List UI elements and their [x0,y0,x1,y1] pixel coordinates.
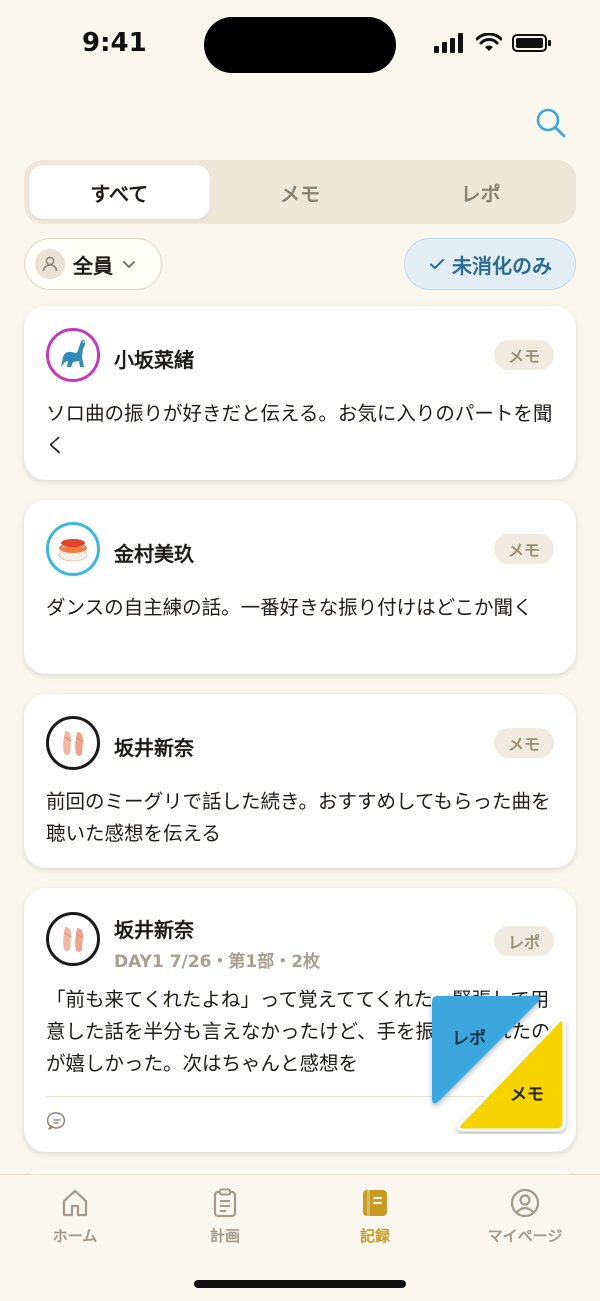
wifi-icon [476,33,502,51]
home-icon [62,1189,88,1217]
nav-record[interactable]: 記録 [315,1187,435,1246]
member-filter-dropdown[interactable]: 全員 [24,238,162,290]
type-badge: メモ [493,340,554,370]
list-item[interactable]: 坂井新奈 メモ 前回のミーグリで話した続き。おすすめしてもらった曲を聴いた感想を… [24,694,576,868]
card-text: 前回のミーグリで話した続き。おすすめしてもらった曲を聴いた感想を伝える [46,790,551,845]
home-indicator[interactable] [194,1280,406,1288]
create-fab[interactable] [428,992,574,1134]
card-name: 小坂菜緒 [114,348,194,372]
avatar [46,522,100,576]
card-name: 坂井新奈 [114,918,194,942]
nav-home-label: ホーム [52,1227,98,1245]
segment-tabs: すべて メモ レポ [24,160,576,224]
person-icon [35,249,65,279]
sushi-icon [58,539,88,562]
member-filter-label: 全員 [73,253,113,278]
list-item[interactable]: 小坂菜緒 メモ ソロ曲の振りが好きだと伝える。お気に入りのパートを聞く [24,306,576,480]
type-badge: メモ [493,728,554,758]
card-text: ダンスの自主練の話。一番好きな振り付けはどこか聞く [46,596,533,619]
chevron-down-icon [123,261,135,268]
nav-plan-label: 計画 [209,1227,240,1245]
nav-plan[interactable]: 計画 [165,1187,285,1246]
status-bar: 9:41 [0,0,600,90]
list-item[interactable]: 金村美玖 メモ ダンスの自主練の話。一番好きな振り付けはどこか聞く [24,500,576,674]
tab-report[interactable]: レポ [390,165,571,219]
search-icon[interactable] [534,106,568,140]
status-icons [434,33,552,53]
pointe-shoes-icon [63,731,84,756]
profile-icon [510,1188,540,1218]
unread-only-toggle[interactable]: 未消化のみ [404,238,576,290]
avatar [46,716,100,770]
tab-memo[interactable]: メモ [210,165,391,219]
tab-all[interactable]: すべて [29,165,210,219]
signal-icon [434,33,463,53]
avatar [46,328,100,382]
nav-home[interactable]: ホーム [15,1187,135,1246]
clipboard-icon [213,1188,237,1218]
dynamic-island [204,17,396,73]
check-icon [430,259,444,269]
fab-report-label[interactable]: レポ [452,1024,486,1049]
event-info: DAY1 7/26・第1部・2枚 [114,952,321,972]
nav-mypage-label: マイページ [487,1227,563,1245]
avatar [46,912,100,966]
unread-only-label: 未消化のみ [452,253,552,278]
pointe-shoes-icon [63,927,84,952]
dinosaur-icon [61,340,86,367]
status-time: 9:41 [82,28,147,58]
card-text: ソロ曲の振りが好きだと伝える。お気に入りのパートを聞く [46,402,553,457]
battery-icon [512,34,551,52]
nav-mypage[interactable]: マイページ [465,1187,585,1246]
nav-record-label: 記録 [359,1227,390,1245]
type-badge: レポ [493,926,554,956]
comment-icon[interactable] [46,1110,68,1132]
fab-memo-label[interactable]: メモ [510,1080,544,1105]
notebook-icon [363,1190,387,1216]
type-badge: メモ [493,534,554,564]
card-name: 坂井新奈 [114,736,194,760]
card-name: 金村美玖 [114,542,194,566]
